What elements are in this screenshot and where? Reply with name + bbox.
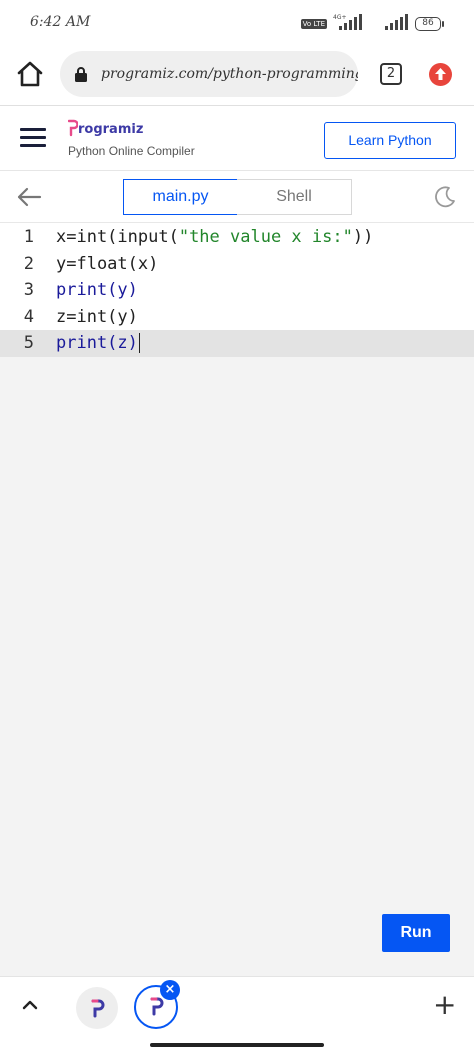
site-header: rogramiz Python Online Compiler Learn Py… xyxy=(0,107,474,171)
lock-icon xyxy=(75,67,87,82)
chevron-up-icon xyxy=(22,1000,38,1010)
url-text: programiz.com/python-programming/ xyxy=(101,66,358,82)
status-bar: 6:42 AM Vo LTE 4G+ 86 xyxy=(0,0,474,46)
hamburger-menu-button[interactable] xyxy=(20,125,48,149)
expand-button[interactable] xyxy=(20,997,40,1013)
update-button[interactable] xyxy=(429,63,452,86)
brand-name: rogramiz xyxy=(78,122,144,137)
code-text: x=int(input("the value x is:")) xyxy=(44,227,373,247)
code-text: y=float(x) xyxy=(56,253,159,274)
line-number: 1 xyxy=(23,227,34,248)
code-token: )) xyxy=(352,227,374,248)
line-number: 3 xyxy=(23,280,34,301)
line-number: 5 xyxy=(23,333,34,354)
signal-icon-2 xyxy=(385,13,409,35)
tab-main-py[interactable]: main.py xyxy=(123,179,238,215)
add-button[interactable]: + xyxy=(433,991,456,1019)
code-text: print(z) xyxy=(44,333,141,354)
tab-switcher-button[interactable]: 2 xyxy=(380,63,402,85)
dark-mode-toggle[interactable] xyxy=(433,185,457,209)
address-bar[interactable]: programiz.com/python-programming/ xyxy=(60,51,358,97)
code-token: print(z) xyxy=(56,333,138,354)
volte-icon: Vo LTE xyxy=(300,19,327,29)
code-text: print(y) xyxy=(56,280,138,301)
code-string: "the value x is:" xyxy=(178,227,353,248)
line-number: 2 xyxy=(23,253,34,274)
programiz-app-icon xyxy=(91,999,105,1018)
code-line-2[interactable]: 2 y=float(x) xyxy=(0,251,474,278)
text-cursor xyxy=(138,333,141,354)
run-button[interactable]: Run xyxy=(382,914,450,952)
browser-toolbar: programiz.com/python-programming/ 2 xyxy=(0,46,474,106)
bottom-bubble-bar: × + xyxy=(0,976,474,1053)
programiz-logo[interactable]: rogramiz xyxy=(68,119,143,137)
arrow-left-icon xyxy=(17,187,42,207)
code-line-4[interactable]: 4 z=int(y) xyxy=(0,304,474,331)
editor-lines[interactable]: 1 x=int(input("the value x is:")) 2 y=fl… xyxy=(0,224,474,357)
status-indicators: Vo LTE 4G+ 86 xyxy=(300,13,444,35)
code-editor[interactable]: 1 x=int(input("the value x is:")) 2 y=fl… xyxy=(0,224,474,976)
network-type-label: 4G+ xyxy=(333,14,347,21)
editor-tab-strip: main.py Shell xyxy=(0,171,474,223)
code-line-5[interactable]: 5 print(z) xyxy=(0,330,474,357)
close-bubble-button[interactable]: × xyxy=(160,980,180,1000)
back-button[interactable] xyxy=(16,185,42,209)
tab-shell[interactable]: Shell xyxy=(237,179,352,215)
page-subtitle: Python Online Compiler xyxy=(68,144,195,158)
battery-icon: 86 xyxy=(415,17,444,31)
status-time: 6:42 AM xyxy=(30,14,91,30)
code-line-3[interactable]: 3 print(y) xyxy=(0,277,474,304)
app-bubble-programiz[interactable] xyxy=(76,987,118,1029)
line-number: 4 xyxy=(23,306,34,327)
home-button[interactable] xyxy=(14,58,46,90)
arrow-up-icon xyxy=(435,68,446,80)
code-line-1[interactable]: 1 x=int(input("the value x is:")) xyxy=(0,224,474,251)
home-indicator[interactable] xyxy=(150,1043,324,1047)
signal-icon: 4G+ xyxy=(333,13,379,35)
battery-level: 86 xyxy=(415,17,441,31)
moon-icon xyxy=(435,186,455,208)
home-icon xyxy=(17,61,43,87)
code-token: x=int(input( xyxy=(56,227,179,248)
code-text: z=int(y) xyxy=(56,306,138,327)
learn-python-button[interactable]: Learn Python xyxy=(324,122,456,159)
programiz-logo-icon xyxy=(68,119,78,137)
